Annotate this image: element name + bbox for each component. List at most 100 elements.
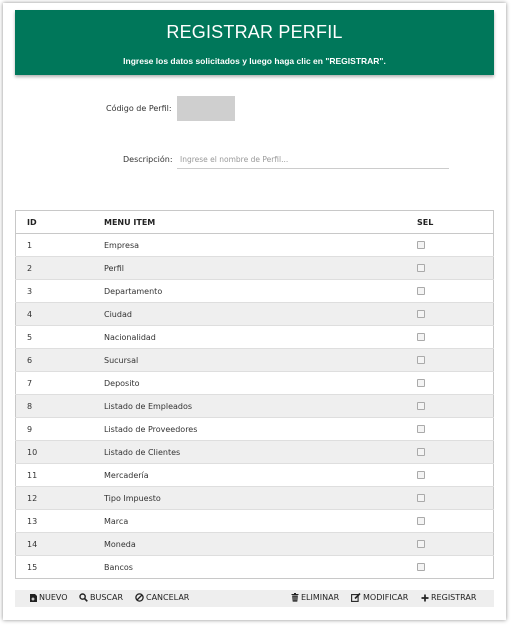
row-menu-item: Deposito xyxy=(104,371,417,395)
search-icon xyxy=(79,593,88,602)
row-select-cell xyxy=(417,486,494,510)
row-id: 8 xyxy=(15,394,104,418)
table-row: 7 Deposito xyxy=(15,371,494,395)
modify-button[interactable]: MODIFICAR xyxy=(351,593,408,602)
profile-code-label: Código de Perfil: xyxy=(106,104,172,113)
row-id: 5 xyxy=(15,325,104,349)
row-menu-item: Listado de Clientes xyxy=(104,440,417,464)
action-toolbar: NUEVO BUSCAR CANCELAR ELIMINAR MODIFICAR… xyxy=(15,590,494,607)
row-select-cell xyxy=(417,555,494,579)
column-header-menu-item: MENU ITEM xyxy=(104,210,417,234)
row-id: 1 xyxy=(15,233,104,257)
row-select-checkbox[interactable] xyxy=(417,241,425,249)
row-id: 7 xyxy=(15,371,104,395)
new-file-icon xyxy=(30,593,37,602)
form-panel: REGISTRAR PERFIL Ingrese los datos solic… xyxy=(3,3,506,620)
row-id: 10 xyxy=(15,440,104,464)
row-menu-item: Bancos xyxy=(104,555,417,579)
row-id: 11 xyxy=(15,463,104,487)
table-row: 14 Moneda xyxy=(15,532,494,556)
description-label: Descripción: xyxy=(123,155,173,164)
profile-code-field[interactable] xyxy=(177,96,235,121)
row-id: 6 xyxy=(15,348,104,372)
column-header-sel: SEL xyxy=(417,210,494,234)
cancel-button[interactable]: CANCELAR xyxy=(135,593,189,602)
row-id: 12 xyxy=(15,486,104,510)
modify-button-label: MODIFICAR xyxy=(363,593,409,602)
table-row: 8 Listado de Empleados xyxy=(15,394,494,418)
row-menu-item: Listado de Empleados xyxy=(104,394,417,418)
row-select-cell xyxy=(417,394,494,418)
page-subtitle: Ingrese los datos solicitados y luego ha… xyxy=(123,56,386,66)
search-button-label: BUSCAR xyxy=(90,593,124,602)
row-select-cell xyxy=(417,440,494,464)
row-select-checkbox[interactable] xyxy=(417,517,425,525)
row-menu-item: Sucursal xyxy=(104,348,417,372)
register-button-label: REGISTRAR xyxy=(431,593,477,602)
register-button[interactable]: REGISTRAR xyxy=(421,593,476,602)
row-menu-item: Moneda xyxy=(104,532,417,556)
row-select-cell xyxy=(417,463,494,487)
row-menu-item: Marca xyxy=(104,509,417,533)
row-select-cell xyxy=(417,371,494,395)
table-header-row: ID MENU ITEM SEL xyxy=(15,210,494,234)
row-menu-item: Perfil xyxy=(104,256,417,280)
row-select-checkbox[interactable] xyxy=(417,333,425,341)
row-select-cell xyxy=(417,233,494,257)
table-row: 12 Tipo Impuesto xyxy=(15,486,494,510)
row-select-cell xyxy=(417,256,494,280)
table-row: 11 Mercadería xyxy=(15,463,494,487)
row-select-checkbox[interactable] xyxy=(417,448,425,456)
table-row: 1 Empresa xyxy=(15,233,494,257)
row-select-checkbox[interactable] xyxy=(417,563,425,571)
row-select-checkbox[interactable] xyxy=(417,425,425,433)
row-select-checkbox[interactable] xyxy=(417,540,425,548)
row-id: 3 xyxy=(15,279,104,303)
cancel-icon xyxy=(135,593,144,602)
delete-button[interactable]: ELIMINAR xyxy=(291,593,339,602)
row-select-cell xyxy=(417,509,494,533)
page-title: REGISTRAR PERFIL xyxy=(166,22,343,42)
row-id: 13 xyxy=(15,509,104,533)
row-select-checkbox[interactable] xyxy=(417,379,425,387)
row-select-checkbox[interactable] xyxy=(417,356,425,364)
row-menu-item: Departamento xyxy=(104,279,417,303)
row-id: 4 xyxy=(15,302,104,326)
row-select-checkbox[interactable] xyxy=(417,494,425,502)
table-row: 3 Departamento xyxy=(15,279,494,303)
row-select-cell xyxy=(417,532,494,556)
row-select-checkbox[interactable] xyxy=(417,402,425,410)
new-button-label: NUEVO xyxy=(39,593,68,602)
table-row: 9 Listado de Proveedores xyxy=(15,417,494,441)
column-header-id: ID xyxy=(15,210,104,234)
table-row: 13 Marca xyxy=(15,509,494,533)
edit-icon xyxy=(351,593,361,602)
page-header: REGISTRAR PERFIL Ingrese los datos solic… xyxy=(15,10,494,75)
new-button[interactable]: NUEVO xyxy=(30,593,68,602)
row-id: 2 xyxy=(15,256,104,280)
row-id: 9 xyxy=(15,417,104,441)
table-row: 15 Bancos xyxy=(15,555,494,579)
row-select-checkbox[interactable] xyxy=(417,287,425,295)
table-row: 4 Ciudad xyxy=(15,302,494,326)
row-menu-item: Nacionalidad xyxy=(104,325,417,349)
row-select-cell xyxy=(417,325,494,349)
row-menu-item: Mercadería xyxy=(104,463,417,487)
cancel-button-label: CANCELAR xyxy=(146,593,190,602)
row-select-checkbox[interactable] xyxy=(417,471,425,479)
description-input[interactable] xyxy=(177,151,449,169)
row-menu-item: Tipo Impuesto xyxy=(104,486,417,510)
search-button[interactable]: BUSCAR xyxy=(79,593,123,602)
row-id: 15 xyxy=(15,555,104,579)
table-row: 2 Perfil xyxy=(15,256,494,280)
plus-icon xyxy=(421,594,429,601)
row-select-cell xyxy=(417,279,494,303)
delete-button-label: ELIMINAR xyxy=(301,593,340,602)
row-menu-item: Ciudad xyxy=(104,302,417,326)
table-row: 6 Sucursal xyxy=(15,348,494,372)
row-select-checkbox[interactable] xyxy=(417,264,425,272)
table-row: 10 Listado de Clientes xyxy=(15,440,494,464)
row-select-cell xyxy=(417,348,494,372)
row-select-checkbox[interactable] xyxy=(417,310,425,318)
row-id: 14 xyxy=(15,532,104,556)
